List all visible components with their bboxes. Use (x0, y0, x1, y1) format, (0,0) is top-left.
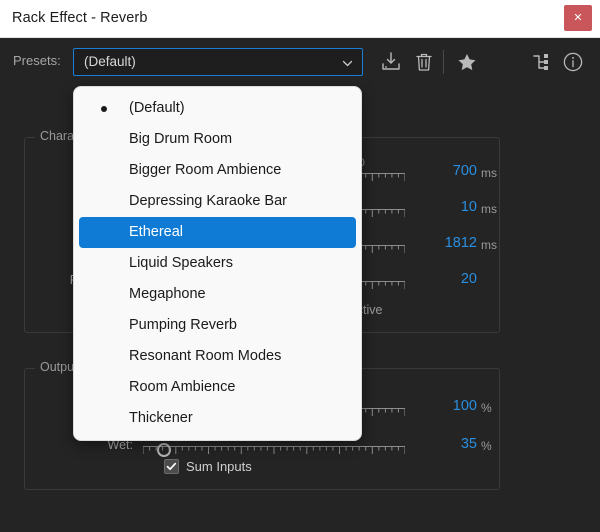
sum-inputs-checkbox[interactable]: Sum Inputs (164, 456, 252, 476)
save-preset-icon[interactable] (379, 50, 403, 74)
dropdown-item[interactable]: Resonant Room Modes (79, 341, 356, 372)
dropdown-item[interactable]: (Default) (79, 93, 356, 124)
dropdown-item[interactable]: Megaphone (79, 279, 356, 310)
output-unit: % (481, 401, 492, 415)
characteristics-value[interactable]: 700 (413, 163, 477, 179)
output-value[interactable]: 100 (413, 398, 477, 414)
dropdown-item[interactable]: Pumping Reverb (79, 310, 356, 341)
window-titlebar: Rack Effect - Reverb ✕ (0, 0, 600, 38)
output-value[interactable]: 35 (413, 436, 477, 452)
output-unit: % (481, 439, 492, 453)
dropdown-item[interactable]: Depressing Karaoke Bar (79, 186, 356, 217)
routing-icon[interactable] (529, 50, 553, 74)
check-icon (166, 461, 177, 472)
reverb-effect-window: Rack Effect - Reverb ✕ Presets: (Default… (0, 0, 600, 532)
dropdown-item[interactable]: Room Ambience (79, 372, 356, 403)
favorite-star-icon[interactable] (455, 50, 479, 74)
dropdown-item[interactable]: Bigger Room Ambience (79, 155, 356, 186)
characteristics-value[interactable]: 10 (413, 199, 477, 215)
slider-knob[interactable] (157, 443, 171, 457)
info-icon[interactable] (561, 50, 585, 74)
sum-inputs-label: Sum Inputs (186, 459, 252, 474)
dropdown-item[interactable]: Thickener (79, 403, 356, 434)
characteristics-value[interactable]: 20 (413, 271, 477, 287)
selected-bullet-icon (101, 106, 107, 112)
chevron-down-icon (342, 58, 353, 69)
close-button[interactable]: ✕ (564, 5, 592, 31)
presets-dropdown-list[interactable]: (Default)Big Drum RoomBigger Room Ambien… (73, 86, 362, 441)
characteristics-unit: ms (481, 238, 497, 252)
characteristics-value[interactable]: 1812 (413, 235, 477, 251)
presets-label: Presets: (13, 53, 61, 68)
characteristics-unit: ms (481, 166, 497, 180)
delete-preset-icon[interactable] (412, 50, 436, 74)
dropdown-item[interactable]: Ethereal (79, 217, 356, 248)
presets-combobox[interactable]: (Default) (73, 48, 363, 76)
toolbar-divider (443, 50, 444, 74)
dropdown-item[interactable]: Liquid Speakers (79, 248, 356, 279)
checkbox-box (164, 459, 179, 474)
presets-selected-value: (Default) (84, 54, 136, 69)
dropdown-item[interactable]: Big Drum Room (79, 124, 356, 155)
window-title: Rack Effect - Reverb (12, 10, 148, 26)
presets-toolbar: Presets: (Default) (0, 37, 600, 90)
characteristics-unit: ms (481, 202, 497, 216)
